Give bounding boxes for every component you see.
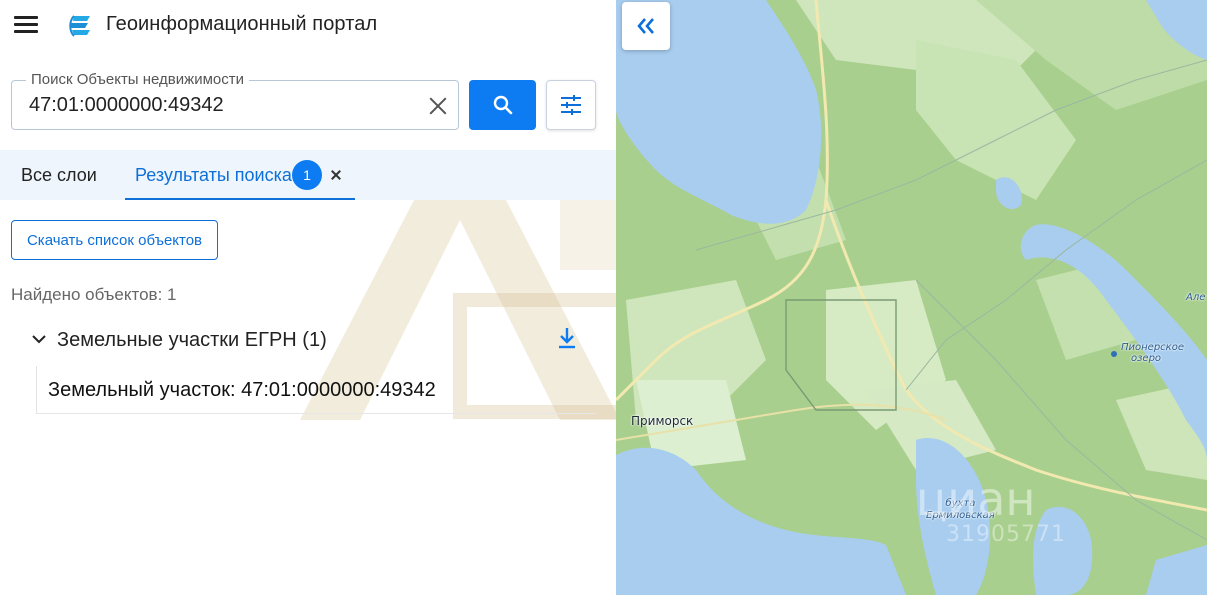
close-icon[interactable]	[426, 94, 450, 118]
found-count: Найдено объектов: 1	[11, 285, 177, 304]
tab-bar: Все слои Результаты поиска 1	[0, 150, 616, 200]
search-field[interactable]: Поиск Объекты недвижимости	[11, 71, 459, 130]
search-icon	[493, 95, 512, 115]
download-icon[interactable]	[556, 326, 578, 350]
chevron-down-icon[interactable]	[32, 334, 46, 344]
tab-all-layers[interactable]: Все слои	[21, 150, 97, 200]
watermark-text: циан	[916, 472, 1036, 526]
filter-button[interactable]	[546, 80, 596, 130]
close-tab-icon[interactable]	[328, 150, 344, 198]
list-item[interactable]: Земельный участок: 47:01:0000000:49342	[36, 366, 596, 414]
sliders-icon	[561, 95, 581, 115]
watermark-number: 31905771	[946, 522, 1066, 547]
download-list-button[interactable]: Скачать список объектов	[11, 220, 218, 260]
app-title: Геоинформационный портал	[106, 13, 378, 35]
results-count-badge: 1	[292, 160, 322, 190]
double-chevron-left-icon	[637, 18, 654, 34]
portal-logo-icon	[69, 15, 90, 37]
map-label-lake-line1: Пионерское	[1121, 342, 1184, 353]
hamburger-menu-icon[interactable]	[14, 14, 40, 36]
map-label-lake: Пионерское озеро	[1121, 342, 1184, 364]
collapse-panel-button[interactable]	[622, 2, 670, 50]
result-group-title: Земельные участки ЕГРН (1)	[57, 329, 327, 351]
map-label-lake-line2: озеро	[1131, 353, 1162, 364]
map-view[interactable]: Приморск Пионерское озеро Але бухта Ерми…	[616, 0, 1207, 595]
tab-search-results-label: Результаты поиска	[135, 165, 292, 185]
tab-search-results[interactable]: Результаты поиска 1	[125, 150, 355, 200]
result-item-label: Земельный участок: 47:01:0000000:49342	[48, 379, 436, 401]
search-button[interactable]	[469, 80, 536, 130]
top-bar: Геоинформационный портал	[0, 0, 616, 52]
result-group-header[interactable]: Земельные участки ЕГРН (1)	[30, 326, 590, 356]
map-terrain	[616, 0, 1207, 595]
side-panel: Геоинформационный портал Поиск Объекты н…	[0, 0, 616, 595]
map-label-ale: Але	[1186, 292, 1206, 303]
map-label-primorsk: Приморск	[631, 414, 694, 428]
search-field-label: Поиск Объекты недвижимости	[26, 71, 249, 88]
search-input[interactable]	[29, 92, 409, 118]
